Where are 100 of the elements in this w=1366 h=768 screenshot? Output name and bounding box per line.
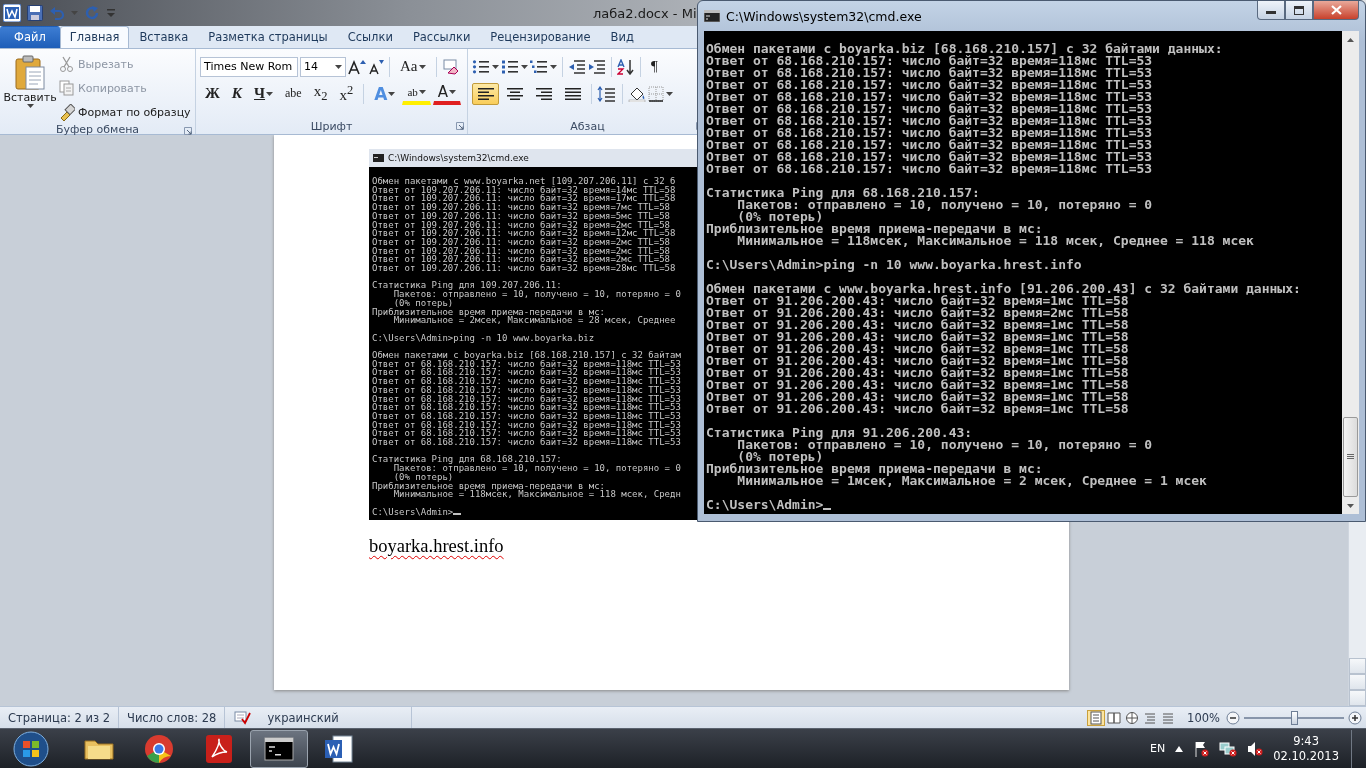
taskbar-app-button[interactable] <box>250 729 308 768</box>
paint-bucket-icon[interactable] <box>628 85 646 102</box>
caret-icon <box>449 90 457 94</box>
view-icon <box>1125 710 1140 725</box>
clear-formatting-icon[interactable] <box>441 58 460 75</box>
scroll-down-icon[interactable] <box>1347 503 1354 508</box>
console-line: Ответ от 68.168.210.157: число байт=32 время=118мс TTL=53 <box>372 385 681 395</box>
show-marks-button[interactable]: ¶ <box>646 55 663 78</box>
console-line: Ответ от 68.168.210.157: число байт=32 время=118мс TTL=53 <box>372 377 681 386</box>
superscript-button[interactable]: x$^{2}$ <box>334 82 359 105</box>
group-label: Шрифт <box>310 119 353 133</box>
maximize-button[interactable] <box>1285 1 1313 20</box>
group-label: Абзац <box>570 119 605 133</box>
bullets-icon[interactable] <box>472 58 490 75</box>
caret-icon <box>26 104 34 108</box>
italic-button[interactable]: К <box>226 82 248 105</box>
reading-view-button[interactable] <box>1105 709 1124 726</box>
ribbon-tab[interactable]: Рассылки <box>402 26 481 48</box>
minimize-button[interactable] <box>1257 1 1285 20</box>
highlight-button[interactable]: ab <box>402 82 431 105</box>
console-line: Приблизительное время приема-передачи в мс: <box>372 307 605 317</box>
change-case-button[interactable]: Aa <box>395 55 431 78</box>
vertical-scrollbar[interactable] <box>1348 522 1366 706</box>
screenshot-title: C:\Windows\system32\cmd.exe <box>388 153 529 163</box>
ribbon-tab[interactable]: Главная <box>59 26 130 48</box>
console-line: Ответ от 91.206.200.43: число байт=32 время=1мс TTL=58 <box>706 295 1129 307</box>
console-line: Ответ от 91.206.200.43: число байт=32 время=1мс TTL=58 <box>706 403 1129 415</box>
align-left-button[interactable] <box>472 82 499 105</box>
console-icon <box>373 154 384 162</box>
console-line: Ответ от 109.207.206.11: число байт=32 время=2мс TTL=58 <box>372 237 670 247</box>
view-icon <box>1143 710 1158 725</box>
browser-icon <box>143 732 175 765</box>
console-line: Ответ от 68.168.210.157: число байт=32 время=118мс TTL=53 <box>706 139 1153 151</box>
caret-icon <box>388 91 396 96</box>
close-button[interactable] <box>1313 1 1359 20</box>
spellcheck-icon[interactable] <box>233 710 252 725</box>
network-icon[interactable] <box>1219 740 1238 757</box>
window-title: C:\Windows\system32\cmd.exe <box>726 8 923 24</box>
console-line: C:\Users\Admin> <box>706 499 824 511</box>
scrollbar[interactable] <box>1342 31 1359 514</box>
input-language[interactable]: EN <box>1149 742 1166 755</box>
borders-icon[interactable] <box>648 85 664 102</box>
console-line: Ответ от 68.168.210.157: число байт=32 время=118мс TTL=53 <box>372 359 681 369</box>
action-center-icon[interactable] <box>1193 740 1210 757</box>
multilevel-list-icon[interactable] <box>530 58 548 75</box>
font-name-field[interactable]: Times New Rom <box>200 56 298 77</box>
font-color-button[interactable]: A <box>432 82 462 105</box>
console-line: Ответ от 91.206.200.43: число байт=32 время=1мс TTL=58 <box>706 367 1129 379</box>
document-icon <box>203 732 235 765</box>
file-tab[interactable]: Файл <box>0 26 60 48</box>
format-painter-button[interactable]: Формат по образцу <box>56 101 194 123</box>
scroll-thumb[interactable] <box>1343 417 1358 497</box>
numbering-icon[interactable] <box>501 58 519 75</box>
sort-icon[interactable] <box>617 58 635 75</box>
shrink-font-icon[interactable] <box>368 58 384 75</box>
ribbon-tab[interactable]: Разметка страницы <box>198 26 338 48</box>
grow-font-icon[interactable] <box>348 58 366 75</box>
ribbon-tab[interactable]: Рецензирование <box>480 26 601 48</box>
console-line: Ответ от 91.206.200.43: число байт=32 время=1мс TTL=58 <box>706 319 1129 331</box>
console-line: Ответ от 68.168.210.157: число байт=32 время=118мс TTL=53 <box>372 429 681 439</box>
console-line: Пакетов: отправлено = 10, получено = 10, потеряно = 0 <box>736 439 1153 451</box>
show-hidden-icons-icon[interactable] <box>1175 745 1184 752</box>
console-line: Пакетов: отправлено = 10, получено = 10, потеряно = 0 <box>736 199 1153 211</box>
caret-icon <box>266 91 274 96</box>
ribbon-tab[interactable]: Ссылки <box>337 26 403 48</box>
font-size-field[interactable]: 14 <box>300 56 346 77</box>
console-line: C:\Users\Admin> <box>372 507 454 517</box>
underline-button[interactable]: Ч <box>249 82 279 105</box>
save-icon[interactable] <box>27 5 43 21</box>
align-icon <box>564 85 581 102</box>
increase-indent-icon[interactable] <box>588 58 606 75</box>
scroll-up-icon[interactable] <box>1347 37 1354 42</box>
console-line: Обмен пакетами с www.boyarka.hrest.info [91.206.200.43] с 32 байтами данных: <box>706 283 1301 295</box>
console-line: Минимальное = 118мсек, Максимальное = 118 мсек, Средн <box>393 490 681 499</box>
strikethrough-button[interactable]: abe <box>280 82 307 105</box>
dialog-launcher-icon[interactable] <box>456 122 464 130</box>
console-line: Ответ от 109.207.206.11: число байт=32 время=12мс TTL=58 <box>372 229 676 238</box>
language-label[interactable]: украинский <box>267 710 339 725</box>
ribbon-tab[interactable]: Вставка <box>129 26 199 48</box>
decrease-indent-icon[interactable] <box>568 58 586 75</box>
console-line: Ответ от 109.207.206.11: число байт=32 время=2мс TTL=58 <box>372 255 670 265</box>
print-view-button[interactable] <box>1087 709 1106 726</box>
ribbon-tab[interactable]: Вид <box>600 26 644 48</box>
console-line: Статистика Ping для 68.168.210.157: <box>706 187 980 199</box>
console-line: Пакетов: отправлено = 10, получено = 10, потеряно = 0 <box>392 464 681 473</box>
console-line: C:\Users\Admin>ping -n 10 www.boyarka.hrest.info <box>706 259 1082 271</box>
line-spacing-icon[interactable] <box>597 85 617 102</box>
paste-button[interactable]: Вставить <box>4 53 56 123</box>
zoom-out-icon[interactable] <box>1226 710 1240 725</box>
dialog-launcher-icon[interactable] <box>184 127 192 135</box>
slider-thumb[interactable] <box>1291 710 1298 725</box>
subscript-button[interactable]: x$_{2}$ <box>308 82 333 105</box>
scissors-icon <box>59 55 75 73</box>
zoom-level[interactable]: 100% <box>1177 710 1226 725</box>
console-line: Ответ от 68.168.210.157: число байт=32 время=118мс TTL=53 <box>706 67 1153 79</box>
caret-icon <box>492 64 499 69</box>
clock[interactable]: 9:43 02.10.2013 <box>1273 733 1339 764</box>
bold-button[interactable]: Ж <box>200 82 225 105</box>
zoom-in-icon[interactable] <box>1348 710 1362 725</box>
volume-muted-icon[interactable] <box>1247 740 1264 757</box>
